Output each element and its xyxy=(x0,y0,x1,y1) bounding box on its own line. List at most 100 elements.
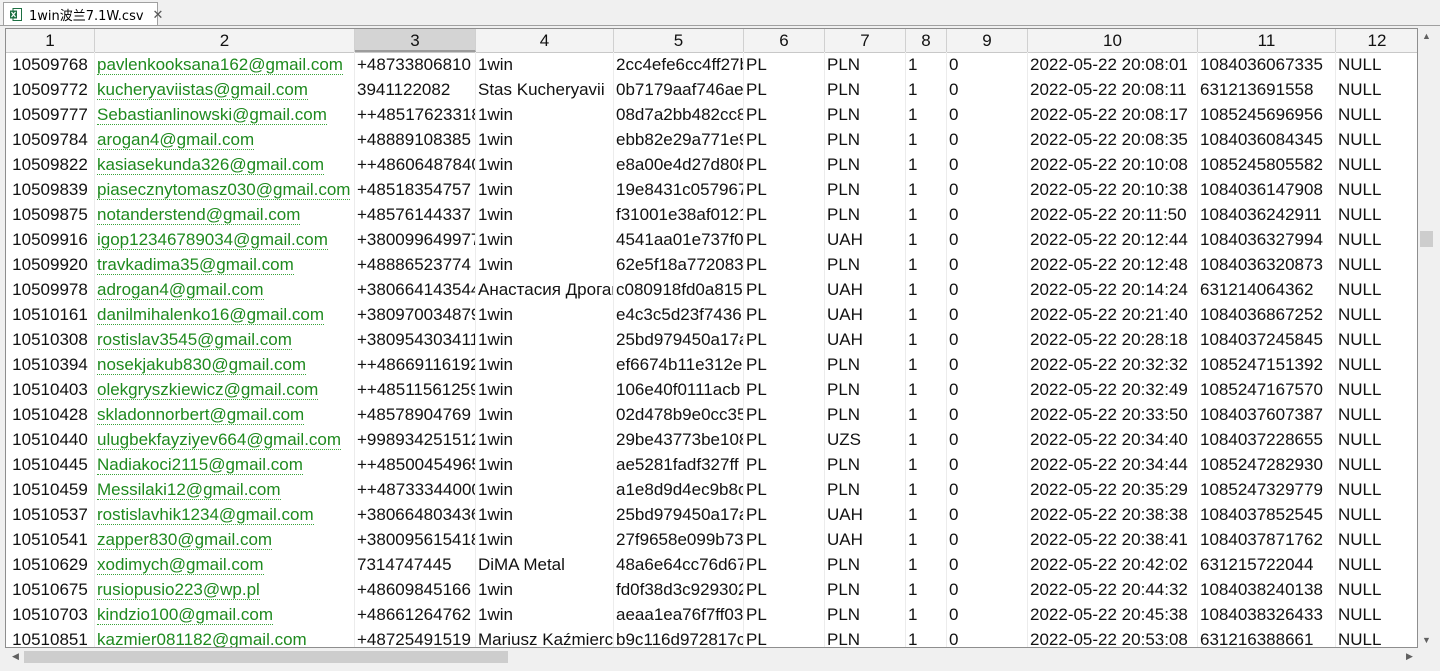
table-cell[interactable]: PLN xyxy=(825,577,906,602)
table-cell[interactable]: 1 xyxy=(906,627,947,647)
table-cell[interactable]: 1 xyxy=(906,177,947,202)
email-cell[interactable]: kindzio100@gmail.com xyxy=(95,602,355,627)
table-cell[interactable]: +48609845166 xyxy=(355,577,476,602)
table-cell[interactable]: NULL xyxy=(1336,552,1417,577)
table-cell[interactable]: 1win xyxy=(476,452,614,477)
table-cell[interactable]: 2022-05-22 20:44:32 xyxy=(1028,577,1198,602)
table-cell[interactable]: PLN xyxy=(825,202,906,227)
table-cell[interactable]: 02d478b9e0cc35 xyxy=(614,402,744,427)
table-cell[interactable]: e4c3c5d23f7436 xyxy=(614,302,744,327)
table-cell[interactable]: 10509875 xyxy=(6,202,95,227)
table-cell[interactable]: 2022-05-22 20:35:29 xyxy=(1028,477,1198,502)
table-cell[interactable]: 1085245805582 xyxy=(1198,152,1336,177)
table-cell[interactable]: 631214064362 xyxy=(1198,277,1336,302)
table-cell[interactable]: 10510161 xyxy=(6,302,95,327)
table-cell[interactable]: 1 xyxy=(906,152,947,177)
table-cell[interactable]: 1084038240138 xyxy=(1198,577,1336,602)
table-cell[interactable]: 0 xyxy=(947,352,1028,377)
table-cell[interactable]: 1084036067335 xyxy=(1198,52,1336,77)
table-cell[interactable]: 1win xyxy=(476,402,614,427)
table-cell[interactable]: f31001e38af0121 xyxy=(614,202,744,227)
table-cell[interactable]: 0 xyxy=(947,127,1028,152)
table-cell[interactable]: NULL xyxy=(1336,102,1417,127)
table-cell[interactable]: 1 xyxy=(906,427,947,452)
email-cell[interactable]: skladonnorbert@gmail.com xyxy=(95,402,355,427)
table-cell[interactable]: 1win xyxy=(476,302,614,327)
table-cell[interactable]: 1win xyxy=(476,52,614,77)
table-cell[interactable]: PLN xyxy=(825,377,906,402)
table-cell[interactable]: 1084036867252 xyxy=(1198,302,1336,327)
table-cell[interactable]: +380970034879 xyxy=(355,302,476,327)
table-cell[interactable]: +380664803436 xyxy=(355,502,476,527)
table-cell[interactable]: 0 xyxy=(947,552,1028,577)
table-cell[interactable]: UAH xyxy=(825,527,906,552)
table-cell[interactable]: NULL xyxy=(1336,502,1417,527)
table-cell[interactable]: NULL xyxy=(1336,127,1417,152)
column-header-3[interactable]: 3 xyxy=(355,29,476,52)
table-cell[interactable]: 2022-05-22 20:10:38 xyxy=(1028,177,1198,202)
table-cell[interactable]: 10510428 xyxy=(6,402,95,427)
table-cell[interactable]: NULL xyxy=(1336,402,1417,427)
table-cell[interactable]: 62e5f18a772083 xyxy=(614,252,744,277)
table-cell[interactable]: UAH xyxy=(825,502,906,527)
table-cell[interactable]: PL xyxy=(744,577,825,602)
table-cell[interactable]: 1win xyxy=(476,502,614,527)
table-cell[interactable]: NULL xyxy=(1336,152,1417,177)
table-cell[interactable]: 10509839 xyxy=(6,177,95,202)
table-cell[interactable]: 2022-05-22 20:38:38 xyxy=(1028,502,1198,527)
table-cell[interactable]: 1win xyxy=(476,377,614,402)
table-cell[interactable]: 10510851 xyxy=(6,627,95,647)
table-cell[interactable]: 1084036147908 xyxy=(1198,177,1336,202)
table-cell[interactable]: ++48606487840 xyxy=(355,152,476,177)
table-cell[interactable]: 0 xyxy=(947,502,1028,527)
table-cell[interactable]: 2022-05-22 20:21:40 xyxy=(1028,302,1198,327)
table-cell[interactable]: PL xyxy=(744,152,825,177)
table-cell[interactable]: 1084037228655 xyxy=(1198,427,1336,452)
table-cell[interactable]: 1win xyxy=(476,327,614,352)
email-cell[interactable]: kazmier081182@gmail.com xyxy=(95,627,355,647)
table-cell[interactable]: aeaa1ea76f7ff03 xyxy=(614,602,744,627)
table-cell[interactable]: 0 xyxy=(947,202,1028,227)
table-cell[interactable]: Mariusz Kaźmiercz xyxy=(476,627,614,647)
table-cell[interactable]: 1084036327994 xyxy=(1198,227,1336,252)
table-cell[interactable]: 1085247167570 xyxy=(1198,377,1336,402)
table-cell[interactable]: PL xyxy=(744,277,825,302)
table-cell[interactable]: PLN xyxy=(825,602,906,627)
table-cell[interactable]: PLN xyxy=(825,152,906,177)
table-cell[interactable]: 1085247329779 xyxy=(1198,477,1336,502)
table-cell[interactable]: 1win xyxy=(476,227,614,252)
table-cell[interactable]: 10509822 xyxy=(6,152,95,177)
table-cell[interactable]: 48a6e64cc76d67 xyxy=(614,552,744,577)
table-cell[interactable]: 0 xyxy=(947,627,1028,647)
table-cell[interactable]: 2022-05-22 20:08:35 xyxy=(1028,127,1198,152)
table-cell[interactable]: 2cc4efe6cc4ff27b xyxy=(614,52,744,77)
table-cell[interactable]: ebb82e29a771e9 xyxy=(614,127,744,152)
vertical-scroll-thumb[interactable] xyxy=(1420,231,1433,247)
table-cell[interactable]: PLN xyxy=(825,52,906,77)
table-cell[interactable]: PL xyxy=(744,602,825,627)
table-cell[interactable]: 10510445 xyxy=(6,452,95,477)
table-cell[interactable]: UAH xyxy=(825,302,906,327)
table-cell[interactable]: +48725491519 xyxy=(355,627,476,647)
table-cell[interactable]: 2022-05-22 20:12:48 xyxy=(1028,252,1198,277)
scroll-right-icon[interactable]: ▶ xyxy=(1401,651,1418,662)
email-cell[interactable]: arogan4@gmail.com xyxy=(95,127,355,152)
table-cell[interactable]: 2022-05-22 20:38:41 xyxy=(1028,527,1198,552)
table-cell[interactable]: 0 xyxy=(947,302,1028,327)
table-cell[interactable]: 0 xyxy=(947,377,1028,402)
table-cell[interactable]: 1084037245845 xyxy=(1198,327,1336,352)
table-cell[interactable]: 0 xyxy=(947,277,1028,302)
table-cell[interactable]: 0 xyxy=(947,602,1028,627)
table-cell[interactable]: PL xyxy=(744,127,825,152)
table-cell[interactable]: PLN xyxy=(825,452,906,477)
table-cell[interactable]: NULL xyxy=(1336,352,1417,377)
table-cell[interactable]: 1085247151392 xyxy=(1198,352,1336,377)
column-header-5[interactable]: 5 xyxy=(614,29,744,52)
table-cell[interactable]: UAH xyxy=(825,327,906,352)
table-cell[interactable]: 1win xyxy=(476,602,614,627)
table-cell[interactable]: NULL xyxy=(1336,427,1417,452)
table-cell[interactable]: 1085247282930 xyxy=(1198,452,1336,477)
table-cell[interactable]: 1win xyxy=(476,177,614,202)
table-cell[interactable]: 106e40f0111acb xyxy=(614,377,744,402)
table-cell[interactable]: PL xyxy=(744,502,825,527)
